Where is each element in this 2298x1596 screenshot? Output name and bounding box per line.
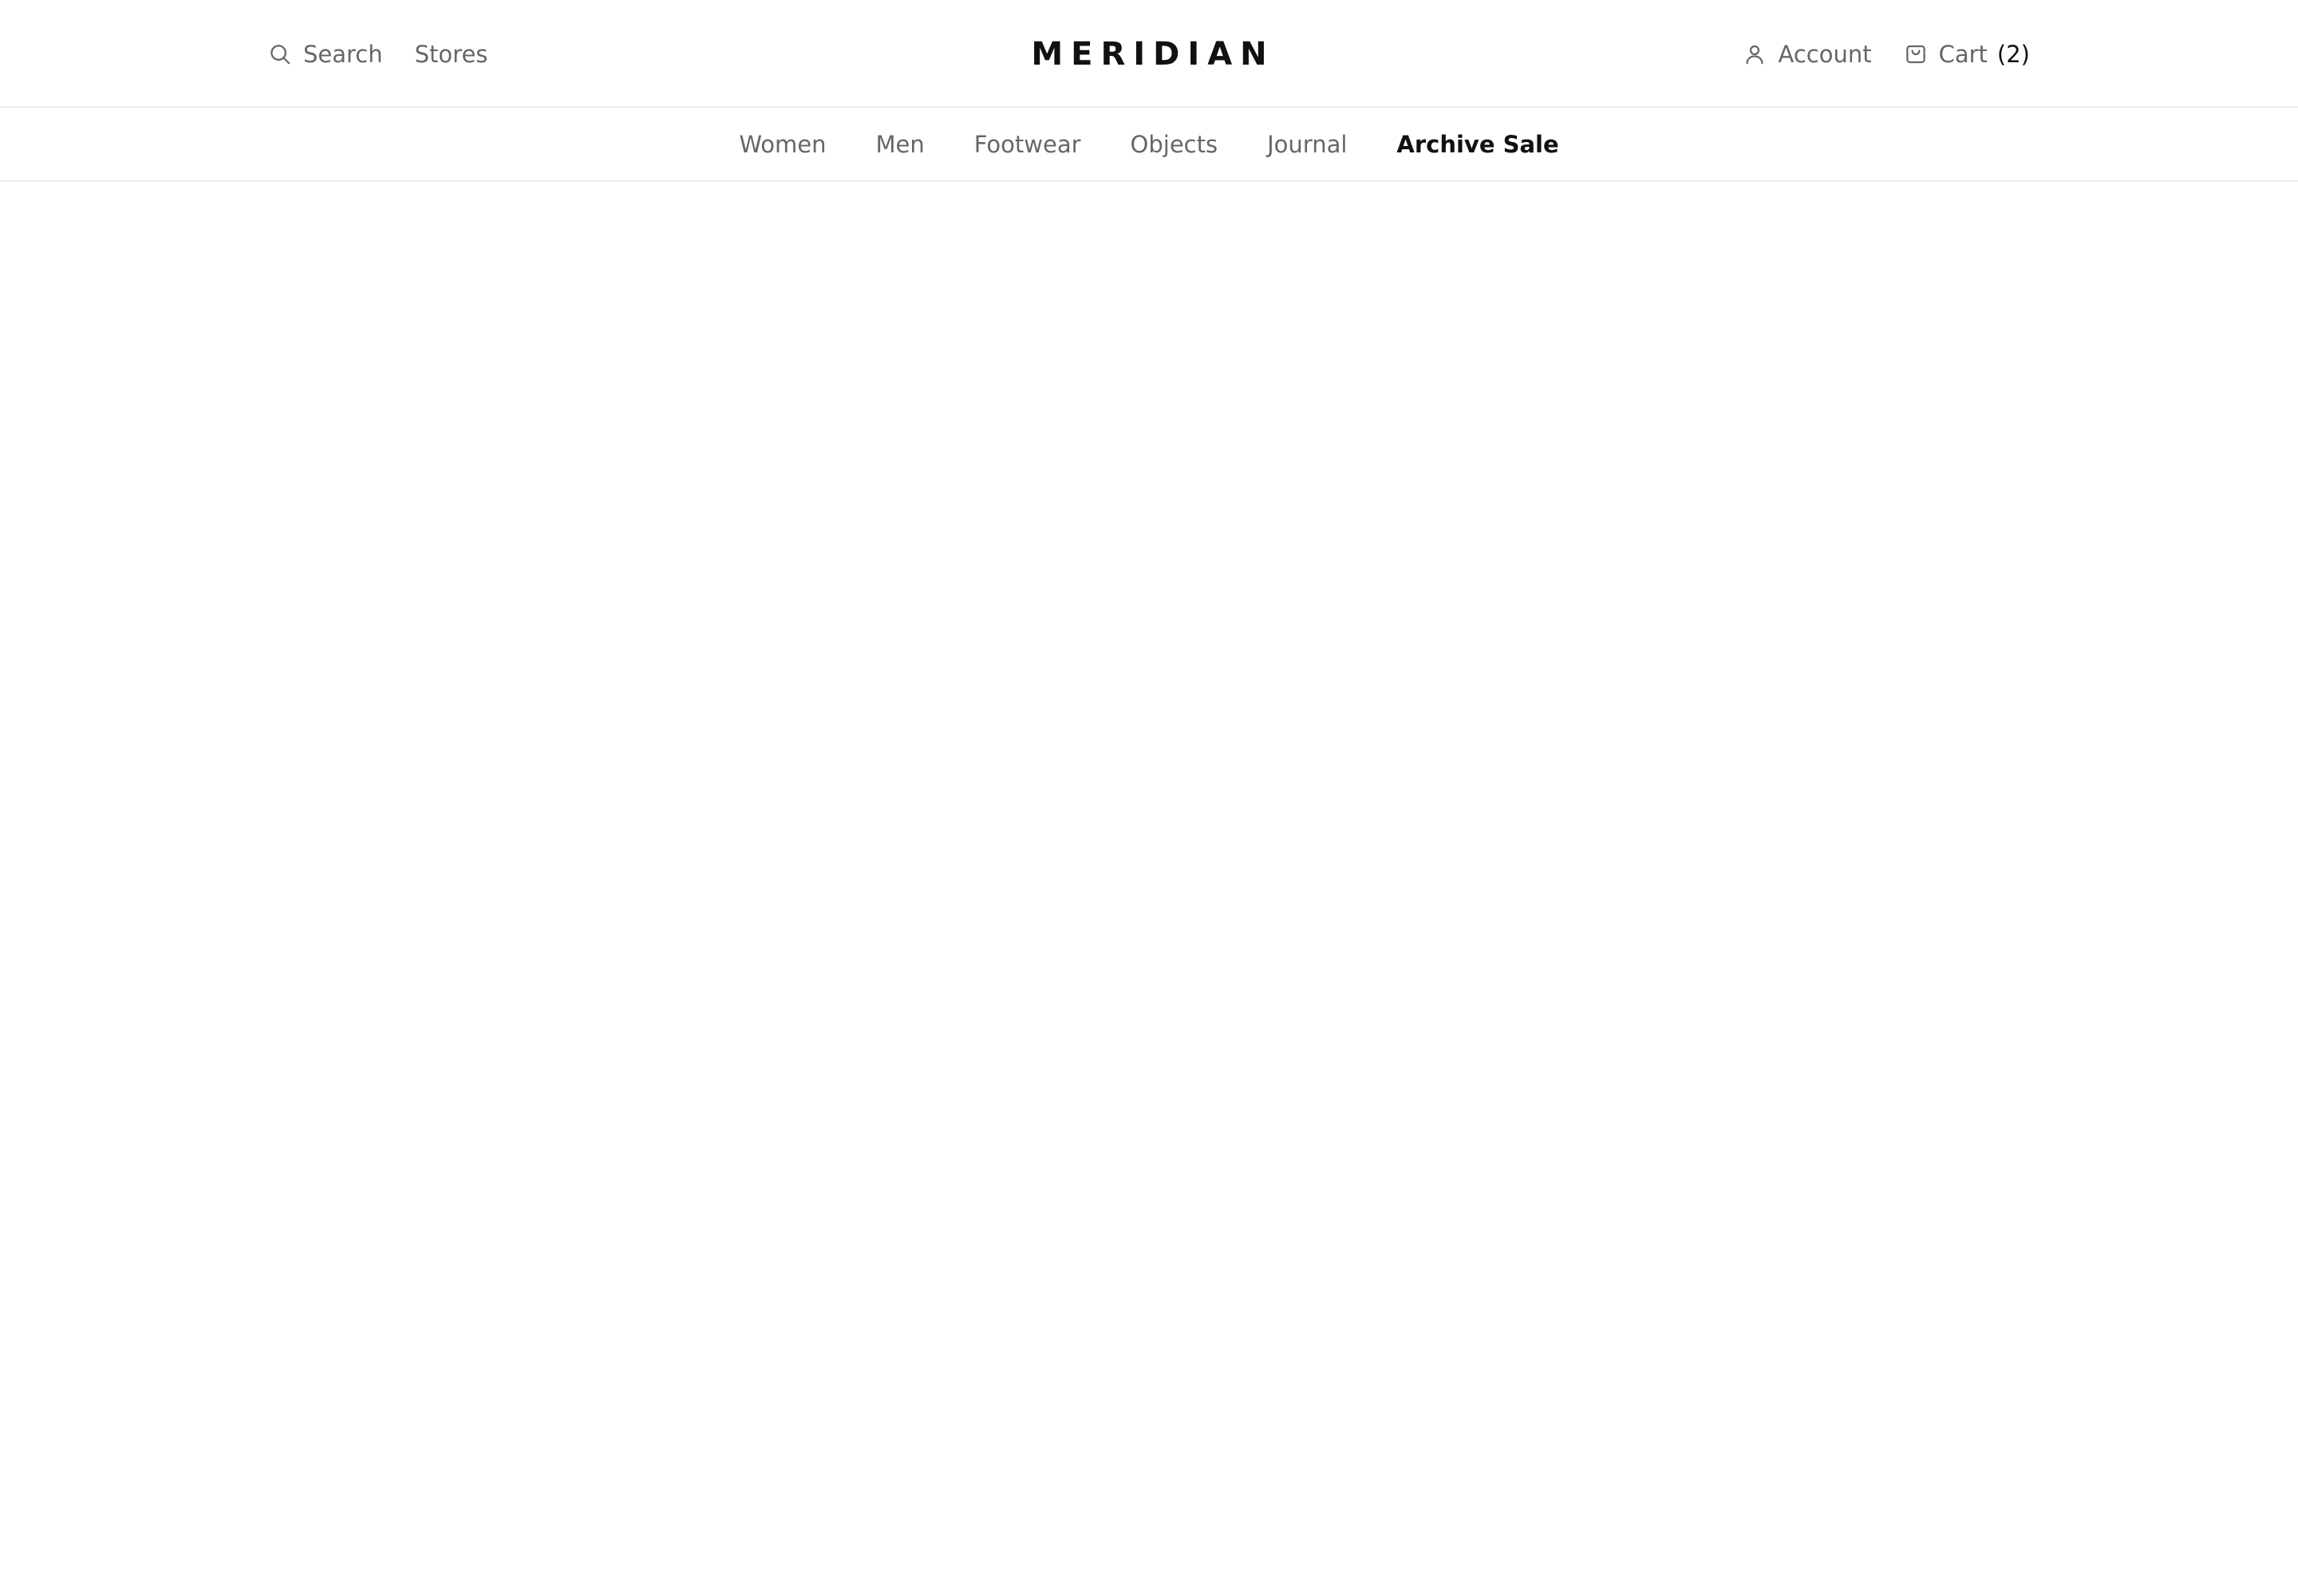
account-label: Account bbox=[1778, 40, 1872, 68]
header-left-group: Search Stores bbox=[268, 0, 488, 108]
account-link[interactable]: Account bbox=[1743, 40, 1872, 68]
stores-link[interactable]: Stores bbox=[415, 41, 488, 68]
nav-item-objects[interactable]: Objects bbox=[1131, 131, 1218, 158]
main-content bbox=[0, 182, 2298, 1596]
cart-count-badge: (2) bbox=[1996, 40, 2030, 68]
nav-item-men[interactable]: Men bbox=[876, 131, 925, 158]
header-right-group: Account Cart (2) bbox=[1743, 0, 2030, 108]
site-header: Search Stores MERIDIAN Account Cart (2) bbox=[0, 0, 2298, 108]
nav-item-women[interactable]: Women bbox=[739, 131, 826, 158]
search-link[interactable]: Search bbox=[268, 41, 383, 68]
category-nav: Women Men Footwear Objects Journal Archi… bbox=[0, 108, 2298, 182]
search-icon bbox=[268, 42, 292, 66]
nav-item-archive-sale[interactable]: Archive Sale bbox=[1396, 131, 1558, 158]
nav-item-footwear[interactable]: Footwear bbox=[974, 131, 1081, 158]
user-icon bbox=[1743, 42, 1767, 66]
cart-link[interactable]: Cart (2) bbox=[1904, 41, 2030, 68]
shopping-bag-icon bbox=[1904, 42, 1928, 66]
search-label: Search bbox=[303, 40, 383, 68]
nav-item-journal[interactable]: Journal bbox=[1267, 131, 1347, 158]
stores-label: Stores bbox=[414, 40, 488, 68]
cart-label: Cart bbox=[1938, 40, 1988, 68]
